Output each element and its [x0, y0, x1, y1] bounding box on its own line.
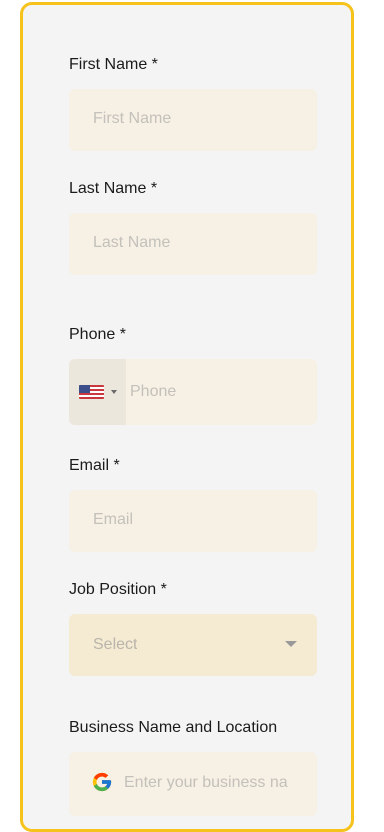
last-name-input[interactable]: Last Name — [69, 213, 317, 275]
job-position-select[interactable]: Select — [69, 614, 317, 676]
business-location-input[interactable]: Enter your business na — [69, 752, 317, 816]
email-placeholder: Email — [93, 511, 134, 528]
dropdown-arrow-icon — [285, 641, 297, 647]
country-code-select[interactable] — [69, 359, 126, 425]
job-position-value: Select — [93, 636, 138, 653]
business-placeholder: Enter your business na — [124, 774, 288, 791]
phone-input[interactable]: Phone — [69, 359, 317, 425]
form-card: First Name * First Name Last Name * Last… — [20, 2, 354, 832]
google-g-icon — [91, 771, 113, 793]
first-name-label: First Name * — [69, 56, 158, 73]
chevron-down-icon — [111, 390, 117, 394]
us-flag-icon — [79, 385, 104, 399]
last-name-placeholder: Last Name — [93, 234, 171, 251]
last-name-label: Last Name * — [69, 180, 158, 197]
phone-label: Phone * — [69, 326, 126, 343]
first-name-input[interactable]: First Name — [69, 89, 317, 151]
first-name-placeholder: First Name — [93, 110, 172, 127]
business-label: Business Name and Location — [69, 719, 278, 736]
email-label: Email * — [69, 457, 120, 474]
job-position-label: Job Position * — [69, 581, 167, 598]
email-input[interactable]: Email — [69, 490, 317, 552]
phone-placeholder: Phone — [130, 383, 177, 400]
